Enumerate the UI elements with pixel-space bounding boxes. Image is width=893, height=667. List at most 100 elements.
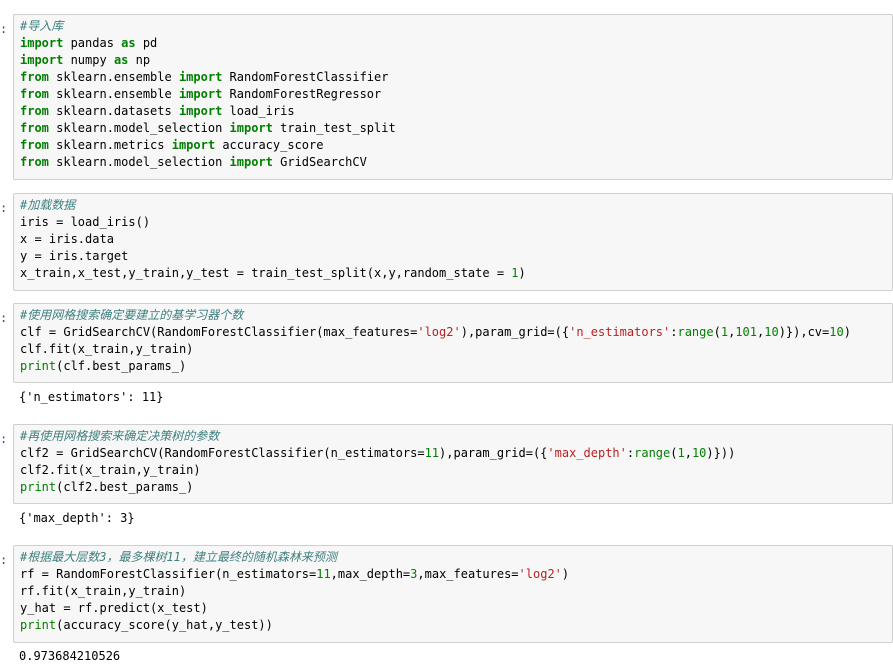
code-token: )}),cv= [778,325,830,339]
code-token: print [20,359,57,373]
code-line: print(clf2.best_params_) [20,479,886,496]
code-input[interactable]: #再使用网格搜索来确定决策树的参数 clf2 = GridSearchCV(Ran… [13,424,893,504]
code-token: import [20,36,64,50]
code-input[interactable]: #导入库 import pandas as pd import numpy as n… [13,14,893,180]
code-token: ) [518,266,526,280]
code-token: from [20,121,49,135]
code-token: from [20,104,49,118]
code-token: import [229,121,273,135]
code-line: #根据最大层数3，最多棵树11，建立最终的随机森林来预测 [20,549,886,566]
code-token: (accuracy_score(y_hat,y_test)) [56,618,273,632]
code-token: 1 [677,446,685,460]
code-line: from sklearn.metrics import accuracy_sco… [20,137,886,154]
code-token: sklearn.ensemble [48,87,179,101]
code-token: load_iris [222,104,295,118]
code-token: ) [561,567,570,581]
code-token: )})) [706,446,736,460]
code-token: RandomForestClassifier [222,70,389,84]
code-input[interactable]: #根据最大层数3，最多棵树11，建立最终的随机森林来预测 rf = RandomF… [13,545,893,643]
code-line: #使用网格搜索确定要建立的基学习器个数 [20,307,886,324]
code-token: #根据最大层数3，最多棵树11，建立最终的随机森林来预测 [20,550,337,564]
code-token: range [677,325,714,339]
code-token: from [20,87,49,101]
code-token: clf2 = GridSearchCV(RandomForestClassifi… [20,446,425,460]
code-token: 'log2' [518,567,562,581]
code-token: import [20,53,64,67]
code-line: from sklearn.model_selection import trai… [20,120,886,137]
code-token: 11 [316,567,331,581]
code-token: #导入库 [20,19,64,33]
code-line: print(clf.best_params_) [20,358,886,375]
code-input[interactable]: #使用网格搜索确定要建立的基学习器个数 clf = GridSearchCV(Ra… [13,303,893,383]
code-token: import [178,87,223,101]
code-line: from sklearn.ensemble import RandomFores… [20,69,886,86]
code-token: (clf2.best_params_) [56,480,194,494]
code-line: clf.fit(x_train,y_train) [20,341,886,358]
code-token: accuracy_score [215,138,324,152]
code-token: clf = GridSearchCV(RandomForestClassifie… [20,325,418,339]
code-token: rf.fit(x_train,y_train) [20,584,187,598]
code-line: y_hat = rf.predict(x_test) [20,600,886,617]
code-token: ( [713,325,721,339]
code-line: iris = load_iris() [20,214,886,231]
code-token: sklearn.ensemble [48,70,179,84]
code-token: as [121,36,136,50]
code-token: numpy [63,53,114,67]
code-line: clf2 = GridSearchCV(RandomForestClassifi… [20,445,886,462]
code-line: x = iris.data [20,231,886,248]
code-token: , [684,446,692,460]
code-token: print [20,618,57,632]
cell-output: {'max_depth': 3} [19,511,135,525]
code-token: from [20,70,49,84]
code-token: 101 [735,325,757,339]
code-token: RandomForestRegressor [222,87,382,101]
code-token: import [171,138,216,152]
code-token: range [634,446,671,460]
code-token: 'max_depth' [547,446,627,460]
code-token: ,max_features= [417,567,519,581]
code-token: 10 [691,446,707,460]
code-line: import numpy as np [20,52,886,69]
code-line: #再使用网格搜索来确定决策树的参数 [20,428,886,445]
code-token: 'log2' [417,325,461,339]
code-line: rf.fit(x_train,y_train) [20,583,886,600]
code-line: #加载数据 [20,197,886,214]
code-line: x_train,x_test,y_train,y_test = train_te… [20,265,886,282]
code-line: print(accuracy_score(y_hat,y_test)) [20,617,886,634]
code-token: import [229,155,273,169]
cell-prompt: : [0,22,8,36]
cell-output: 0.973684210526 [19,649,121,663]
cell-prompt: : [0,553,8,567]
code-line: y = iris.target [20,248,886,265]
code-token: y_hat = rf.predict(x_test) [20,601,208,615]
code-token: clf2.fit(x_train,y_train) [20,463,201,477]
code-token: import [178,104,223,118]
code-token: from [20,155,49,169]
code-token: ),param_grid=({ [460,325,570,339]
code-token: print [20,480,57,494]
code-token: x_train,x_test,y_train,y_test = train_te… [20,266,512,280]
code-token: clf.fit(x_train,y_train) [20,342,194,356]
code-token: #加载数据 [20,198,76,212]
code-line: import pandas as pd [20,35,886,52]
code-token: from [20,138,49,152]
code-line: from sklearn.datasets import load_iris [20,103,886,120]
code-token: ),param_grid=({ [439,446,548,460]
code-token: sklearn.model_selection [48,121,230,135]
code-token: 1 [511,266,519,280]
code-token: #再使用网格搜索来确定决策树的参数 [20,429,220,443]
code-token: 1 [720,325,729,339]
code-token: np [128,53,151,67]
code-token: (clf.best_params_) [56,359,187,373]
code-line: from sklearn.ensemble import RandomFores… [20,86,886,103]
code-line: rf = RandomForestClassifier(n_estimators… [20,566,886,583]
code-input[interactable]: #加载数据 iris = load_iris() x = iris.data y = … [13,193,893,291]
code-token: rf = RandomForestClassifier(n_estimators… [20,567,317,581]
code-token: import [178,70,223,84]
code-token: sklearn.model_selection [48,155,230,169]
code-line: clf = GridSearchCV(RandomForestClassifie… [20,324,886,341]
code-token: ) [843,325,851,339]
code-token: sklearn.metrics [48,138,172,152]
cell-prompt: : [0,201,8,215]
code-token: sklearn.datasets [48,104,179,118]
